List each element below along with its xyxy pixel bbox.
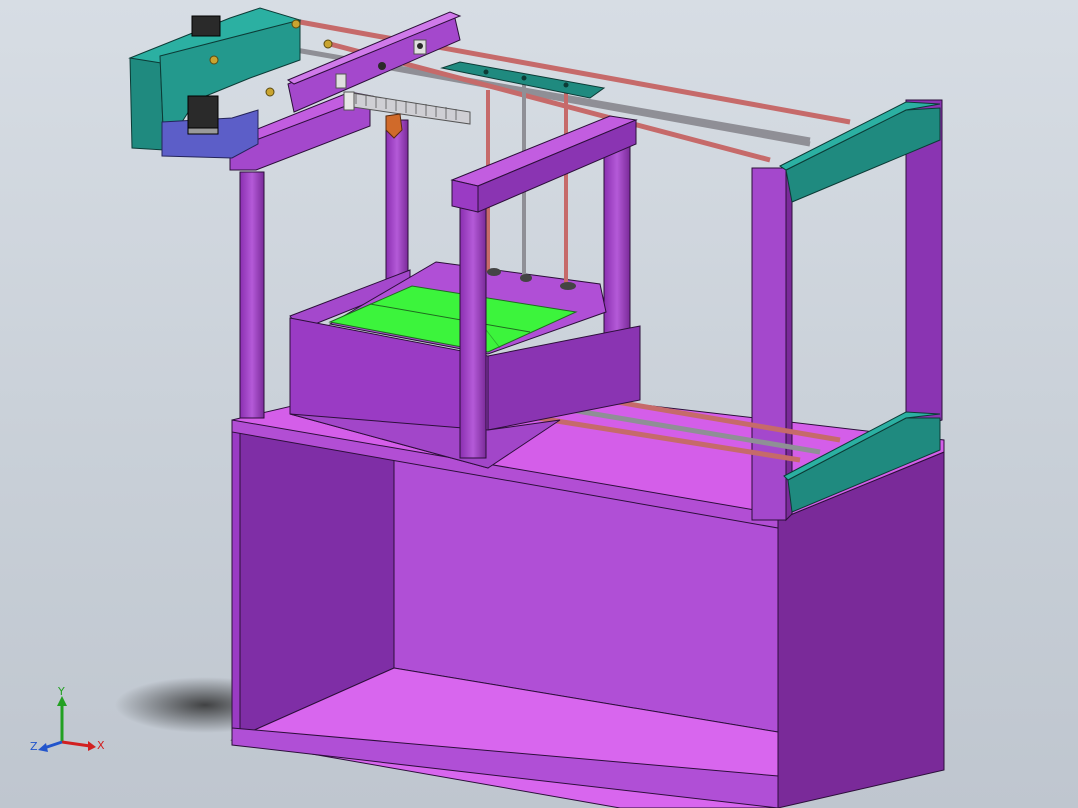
bearing-1 bbox=[291, 19, 301, 29]
nozzle-mount bbox=[343, 91, 355, 111]
stepper-motor-1 bbox=[187, 95, 219, 131]
gantry-crossbar-front bbox=[451, 179, 479, 213]
lift-mount-hole-3 bbox=[563, 82, 569, 88]
bearing-2 bbox=[323, 39, 333, 49]
bearing-3 bbox=[209, 55, 219, 65]
right-post-front-side bbox=[785, 160, 793, 522]
triad-z-arrow bbox=[38, 743, 48, 752]
stepper-motor-2 bbox=[191, 15, 221, 37]
bearing-4 bbox=[265, 87, 275, 97]
rod-end-1 bbox=[378, 62, 386, 70]
stepper-motor-1-face bbox=[187, 127, 219, 135]
column-left-front bbox=[239, 171, 265, 419]
triad-x-axis bbox=[61, 740, 91, 748]
lift-nut-1 bbox=[487, 268, 501, 276]
cabinet-base[interactable] bbox=[230, 377, 945, 808]
triad-x-arrow bbox=[88, 741, 96, 751]
lift-nut-2 bbox=[520, 274, 532, 282]
cad-viewport[interactable]: Y X Z bbox=[0, 0, 1078, 808]
lift-mount-hole-1 bbox=[483, 69, 489, 75]
rod-end-2 bbox=[417, 43, 423, 49]
triad-x-label: X bbox=[97, 739, 105, 752]
triad-y-label: Y bbox=[57, 686, 65, 698]
cabinet-left-edge bbox=[231, 419, 241, 741]
gantry-leg-front bbox=[459, 205, 487, 459]
printer-3d-model[interactable] bbox=[0, 0, 1078, 808]
lift-mount-hole-2 bbox=[521, 75, 527, 81]
housing-left-face bbox=[129, 55, 165, 151]
triad-z-label: Z bbox=[30, 740, 38, 753]
lift-nut-3 bbox=[560, 282, 576, 290]
rod-clamp-2 bbox=[335, 73, 347, 89]
view-triad[interactable]: Y X Z bbox=[30, 686, 110, 756]
right-post-front bbox=[751, 167, 787, 521]
column-left-back bbox=[385, 119, 409, 281]
